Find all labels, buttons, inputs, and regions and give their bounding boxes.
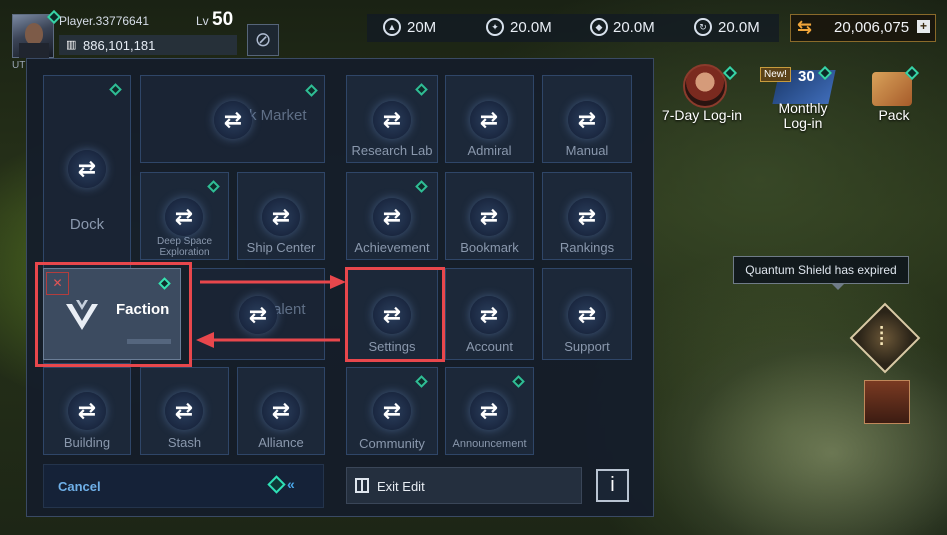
player-power: 886,101,181 — [83, 38, 156, 53]
deep-space-swap-icon[interactable]: ⇄ — [165, 198, 203, 236]
admiral-swap-icon[interactable]: ⇄ — [470, 101, 508, 139]
space-station-image — [660, 330, 947, 535]
tile-community-label: Community — [359, 436, 425, 451]
seven-day-login-label[interactable]: 7-Day Log-in — [656, 107, 748, 123]
alliance-tag: UT — [12, 60, 26, 71]
alliance-swap-icon[interactable]: ⇄ — [262, 392, 300, 430]
stash-swap-icon[interactable]: ⇄ — [165, 392, 203, 430]
gas-icon[interactable]: ◆ — [590, 18, 608, 36]
energy-icon[interactable]: ↻ — [694, 18, 712, 36]
energy-value: 20.0M — [718, 19, 760, 36]
tooltip-arrow — [831, 283, 845, 290]
layout-icon — [355, 478, 369, 493]
base-building-icon[interactable] — [864, 380, 910, 424]
add-credits-button[interactable]: + — [917, 20, 930, 33]
tile-support-label: Support — [564, 339, 610, 354]
tile-stash-label: Stash — [167, 435, 202, 450]
new-badge: New! — [760, 67, 791, 82]
crystal-icon[interactable]: ✦ — [486, 18, 504, 36]
black-market-swap-icon[interactable]: ⇄ — [214, 101, 252, 139]
ore-value: 20M — [407, 19, 437, 36]
tile-building-label: Building — [63, 435, 111, 450]
tile-deep-space-label-line2: Exploration — [159, 247, 210, 258]
manual-swap-icon[interactable]: ⇄ — [568, 101, 606, 139]
support-swap-icon[interactable]: ⇄ — [568, 296, 606, 334]
exit-edit-label: Exit Edit — [377, 479, 425, 494]
tile-black-market-label: k Market — [249, 107, 307, 124]
crystal-value: 20.0M — [510, 19, 552, 36]
avatar-face — [25, 23, 43, 45]
monthly-day-badge: 30 — [798, 68, 815, 85]
level-label: Lv — [196, 14, 209, 28]
gas-value: 20.0M — [613, 19, 655, 36]
monthly-login-label-line2[interactable]: Log-in — [768, 115, 838, 131]
credits-icon: ⇆ — [797, 17, 813, 37]
tile-bookmark-label: Bookmark — [460, 240, 519, 255]
collapse-chevron-icon[interactable]: « — [287, 476, 295, 492]
ship-center-swap-icon[interactable]: ⇄ — [262, 198, 300, 236]
tile-deep-space-label-line1: Deep Space — [156, 236, 213, 247]
shield-tooltip: Quantum Shield has expired — [733, 256, 909, 284]
pack-icon[interactable] — [872, 72, 912, 106]
ore-icon[interactable]: ▲ — [383, 18, 401, 36]
avatar-body — [19, 43, 49, 58]
planet-button[interactable]: ⊘ — [247, 24, 279, 56]
tile-achievement-label: Achievement — [354, 240, 430, 255]
tile-announcement-label: Announcement — [452, 438, 527, 450]
achievement-swap-icon[interactable]: ⇄ — [373, 198, 411, 236]
community-swap-icon[interactable]: ⇄ — [373, 392, 411, 430]
cancel-button[interactable]: Cancel — [58, 479, 101, 494]
tile-manual-label: Manual — [565, 143, 609, 158]
monthly-login-label-line1[interactable]: Monthly — [768, 100, 838, 116]
dock-swap-icon[interactable]: ⇄ — [68, 150, 106, 188]
top-bar: UT Player.33776641 Lv 50 ▥ 886,101,181 ⊘… — [0, 0, 947, 71]
tile-account-label: Account — [466, 339, 513, 354]
research-lab-swap-icon[interactable]: ⇄ — [373, 101, 411, 139]
player-name[interactable]: Player.33776641 — [59, 14, 149, 28]
bookmark-swap-icon[interactable]: ⇄ — [470, 198, 508, 236]
info-button[interactable]: i — [596, 469, 629, 502]
tile-ship-center-label: Ship Center — [246, 240, 316, 255]
account-swap-icon[interactable]: ⇄ — [470, 296, 508, 334]
power-icon: ▥ — [66, 39, 77, 51]
rankings-swap-icon[interactable]: ⇄ — [568, 198, 606, 236]
announcement-swap-icon[interactable]: ⇄ — [470, 392, 508, 430]
planet-icon: ⊘ — [254, 29, 272, 51]
settings-highlight-box — [345, 267, 445, 362]
pack-label[interactable]: Pack — [870, 107, 918, 123]
credits-value: 20,006,075 — [834, 19, 910, 36]
tile-dock-label: Dock — [69, 216, 105, 233]
tile-admiral-label: Admiral — [467, 143, 512, 158]
tile-alliance-label: Alliance — [258, 435, 304, 450]
swap-arrows-annotation — [196, 275, 346, 348]
player-level: 50 — [212, 9, 234, 30]
tile-rankings-label: Rankings — [559, 240, 615, 255]
player-avatar[interactable] — [12, 14, 54, 58]
shield-icon: ⁞ — [878, 321, 886, 351]
seven-day-login-icon[interactable] — [683, 64, 727, 108]
tile-research-lab-label: Research Lab — [351, 143, 433, 158]
building-swap-icon[interactable]: ⇄ — [68, 392, 106, 430]
faction-highlight-box — [35, 262, 192, 367]
